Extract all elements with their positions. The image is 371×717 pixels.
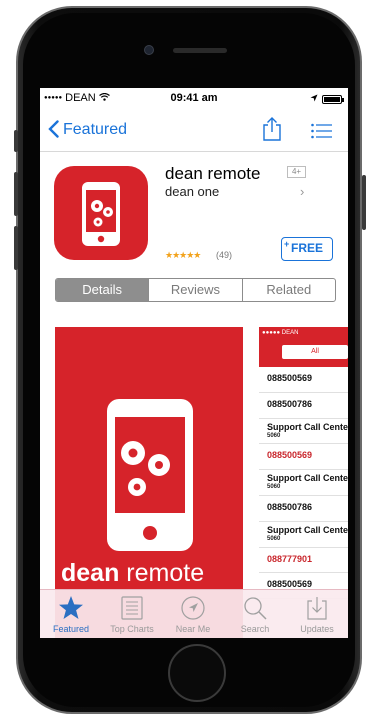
- plus-icon: +: [284, 239, 290, 249]
- top-charts-icon: [119, 595, 145, 621]
- chevron-right-icon[interactable]: ›: [300, 184, 304, 199]
- back-label: Featured: [63, 121, 128, 138]
- chevron-left-icon: [48, 120, 59, 140]
- price-label: FREE: [290, 241, 323, 255]
- tab-details[interactable]: Details: [56, 279, 150, 301]
- tab-updates[interactable]: Updates: [286, 590, 348, 638]
- list-item: 088500569: [259, 444, 348, 471]
- brand-wordmark: dean remote: [61, 559, 205, 587]
- tab-label-featured: Featured: [52, 624, 90, 634]
- list-icon[interactable]: [311, 123, 333, 144]
- get-free-button[interactable]: + FREE: [281, 237, 333, 261]
- tab-related[interactable]: Related: [243, 279, 335, 301]
- list-item: 088500569: [259, 367, 348, 393]
- home-button[interactable]: [168, 644, 226, 702]
- tab-bar: Featured Top Charts Near Me Search Updat…: [40, 589, 348, 638]
- list-item: 088500786: [259, 496, 348, 522]
- rating-count: (49): [216, 250, 233, 260]
- phone-gears-icon: [82, 182, 120, 246]
- segmented-control: Details Reviews Related: [55, 278, 336, 302]
- mute-switch: [14, 130, 18, 152]
- app-store-screen: ●●●●● DEAN 09:41 am Featured dean remote…: [40, 88, 348, 638]
- status-time: 09:41 am: [170, 92, 218, 104]
- star-icon: [58, 595, 84, 621]
- screenshot-status: ●●●●● DEAN: [262, 330, 299, 336]
- phone-gears-illustration: [107, 399, 193, 551]
- tab-top-charts[interactable]: Top Charts: [101, 590, 163, 638]
- screenshot-header: ●●●●● DEAN All: [259, 327, 348, 367]
- list-item: Support Call Center 5060: [259, 419, 348, 445]
- share-icon[interactable]: [262, 116, 282, 147]
- age-rating-badge: 4+: [287, 166, 306, 178]
- list-item: Support Call Center 5060: [259, 522, 348, 548]
- volume-up-button: [14, 172, 18, 216]
- tab-featured[interactable]: Featured: [40, 590, 102, 638]
- tab-label-near-me: Near Me: [175, 624, 211, 634]
- earpiece-speaker: [173, 48, 227, 53]
- list-item: 088500786: [259, 393, 348, 419]
- contact-list: 088500569 088500786 Support Call Center 5…: [259, 367, 348, 600]
- updates-icon: [304, 595, 330, 621]
- navigation-bar: Featured: [40, 110, 348, 152]
- battery-icon: [322, 94, 344, 104]
- list-item: 088777901: [259, 548, 348, 574]
- power-button: [362, 175, 366, 230]
- tab-label-search: Search: [240, 624, 270, 634]
- back-button[interactable]: Featured: [48, 120, 127, 140]
- status-right: [310, 93, 344, 105]
- tab-reviews[interactable]: Reviews: [149, 279, 243, 301]
- rating-stars: ★★★★★: [165, 250, 201, 260]
- location-icon: [180, 595, 206, 621]
- status-bar: ●●●●● DEAN 09:41 am: [40, 88, 348, 110]
- front-camera: [144, 45, 154, 55]
- tab-near-me[interactable]: Near Me: [162, 590, 224, 638]
- tab-label-top-charts: Top Charts: [110, 624, 154, 634]
- list-item: Support Call Center 5060: [259, 470, 348, 496]
- tab-search[interactable]: Search: [224, 590, 286, 638]
- developer-name[interactable]: dean one: [165, 184, 219, 199]
- app-icon: [54, 166, 148, 260]
- volume-down-button: [14, 226, 18, 270]
- location-arrow-icon: [310, 93, 318, 105]
- tab-label-updates: Updates: [300, 624, 334, 634]
- search-icon: [242, 595, 268, 621]
- screenshot-tab-all: All: [282, 345, 348, 359]
- app-name: dean remote: [165, 164, 261, 183]
